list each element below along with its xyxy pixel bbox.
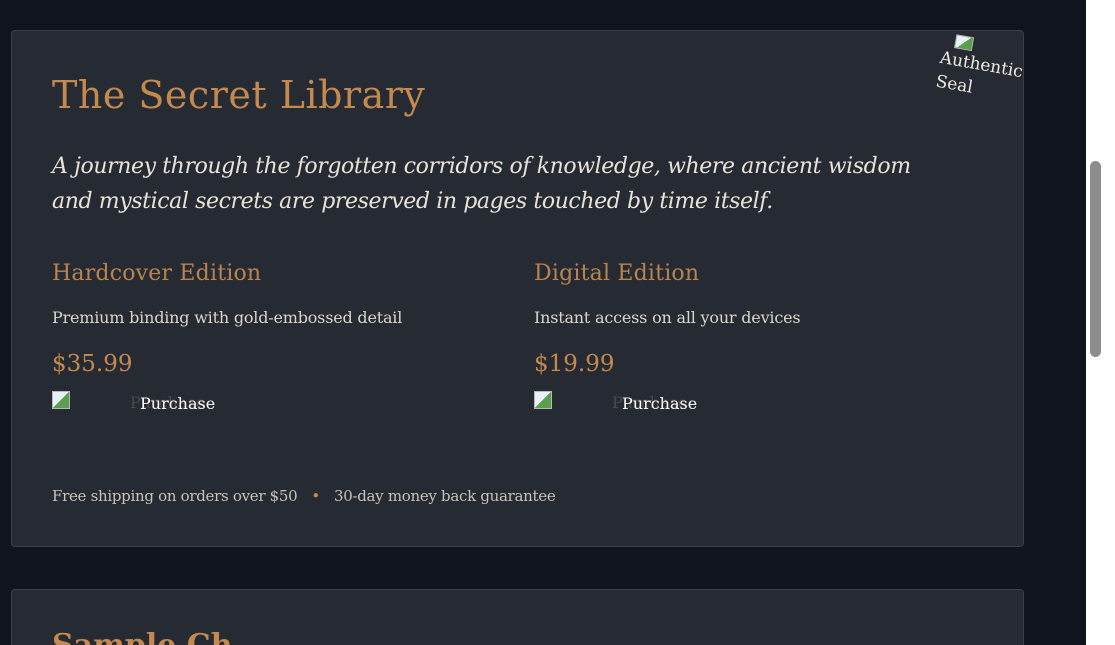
edition-price: $35.99 (52, 351, 133, 377)
edition-name: Digital Edition (534, 261, 700, 286)
seal-alt-text: Authentic Seal (934, 47, 1025, 98)
page-scrollbar[interactable] (1086, 0, 1115, 645)
book-card: The Secret Library Authentic Seal A jour… (11, 30, 1024, 547)
edition-name: Hardcover Edition (52, 261, 262, 286)
sample-chapter-card: Sample Ch (11, 589, 1024, 645)
edition-digital: Digital Edition Instant access on all yo… (534, 261, 974, 417)
book-title: The Secret Library (52, 73, 426, 117)
edition-description: Instant access on all your devices (534, 308, 801, 327)
purchase-button-label: Purchase (140, 394, 216, 413)
edition-price: $19.99 (534, 351, 615, 377)
card-footer-note: Free shipping on orders over $50 • 30-day … (52, 487, 556, 505)
edition-hardcover: Hardcover Edition Premium binding with g… (52, 261, 492, 417)
page-viewport: The Secret Library Authentic Seal A jour… (0, 0, 1086, 645)
book-subtitle: A journey through the forgotten corridor… (52, 154, 911, 214)
broken-image-icon (52, 391, 70, 409)
guarantee-note: 30-day money back guarantee (333, 487, 556, 505)
section-title: Sample Ch (52, 628, 232, 645)
broken-image-icon (534, 391, 552, 409)
purchase-hardcover-button[interactable]: Purchase Purchase (52, 391, 252, 417)
authentic-seal-image: Authentic Seal (932, 26, 1031, 120)
scrollbar-thumb[interactable] (1090, 161, 1101, 357)
bullet-separator: • (311, 487, 320, 505)
purchase-digital-button[interactable]: Purchase Purchase (534, 391, 734, 417)
purchase-button-label: Purchase (622, 394, 698, 413)
shipping-note: Free shipping on orders over $50 (52, 487, 298, 505)
edition-description: Premium binding with gold-embossed detai… (52, 308, 403, 327)
